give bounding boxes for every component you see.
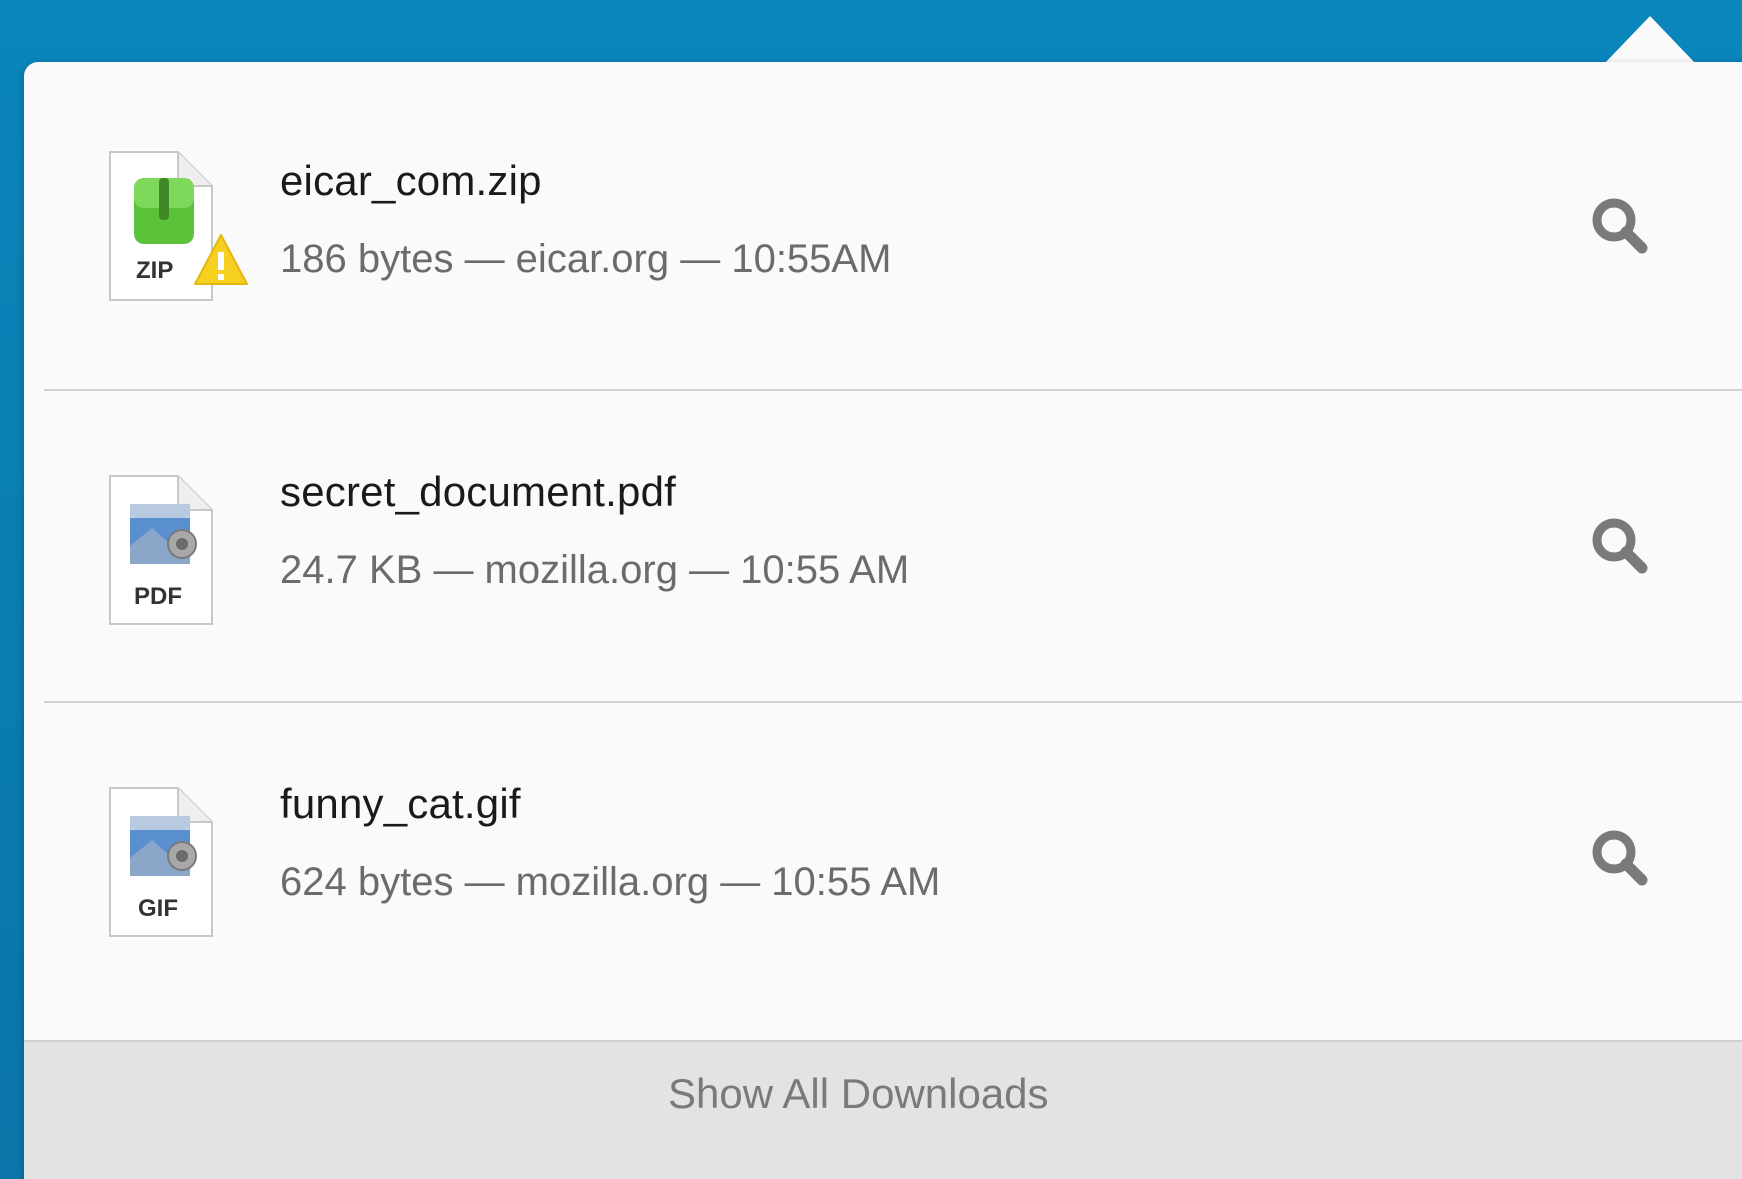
magnifier-icon (1592, 198, 1648, 254)
show-in-folder-button[interactable] (1584, 190, 1664, 270)
show-in-folder-button[interactable] (1584, 510, 1664, 590)
pdf-file-icon: PDF (104, 474, 222, 625)
svg-text:GIF: GIF (138, 895, 178, 922)
file-meta: 186 bytes — eicar.org — 10:55AM (280, 237, 892, 281)
show-all-downloads-label: Show All Downloads (668, 1070, 1049, 1117)
gif-file-icon: GIF (104, 786, 222, 937)
magnifier-icon (1592, 830, 1648, 886)
warning-triangle-icon (192, 232, 250, 288)
svg-text:PDF: PDF (134, 583, 182, 610)
file-meta: 24.7 KB — mozilla.org — 10:55 AM (280, 548, 910, 592)
download-item[interactable]: GIF funny_cat.gif 624 bytes — mozilla.or… (24, 686, 1742, 996)
file-name: eicar_com.zip (280, 157, 542, 204)
downloads-panel: ZIP eicar_com.zip 186 bytes — eicar.org … (24, 62, 1742, 1179)
file-meta: 624 bytes — mozilla.org — 10:55 AM (280, 860, 941, 904)
show-all-downloads-button[interactable]: Show All Downloads (24, 1040, 1742, 1179)
show-in-folder-button[interactable] (1584, 822, 1664, 902)
panel-arrow (1604, 16, 1696, 64)
download-item[interactable]: ZIP eicar_com.zip 186 bytes — eicar.org … (24, 62, 1742, 372)
download-item[interactable]: PDF secret_document.pdf 24.7 KB — mozill… (24, 374, 1742, 684)
svg-text:ZIP: ZIP (136, 257, 173, 284)
magnifier-icon (1592, 518, 1648, 574)
file-name: secret_document.pdf (280, 468, 677, 515)
file-name: funny_cat.gif (280, 780, 521, 827)
